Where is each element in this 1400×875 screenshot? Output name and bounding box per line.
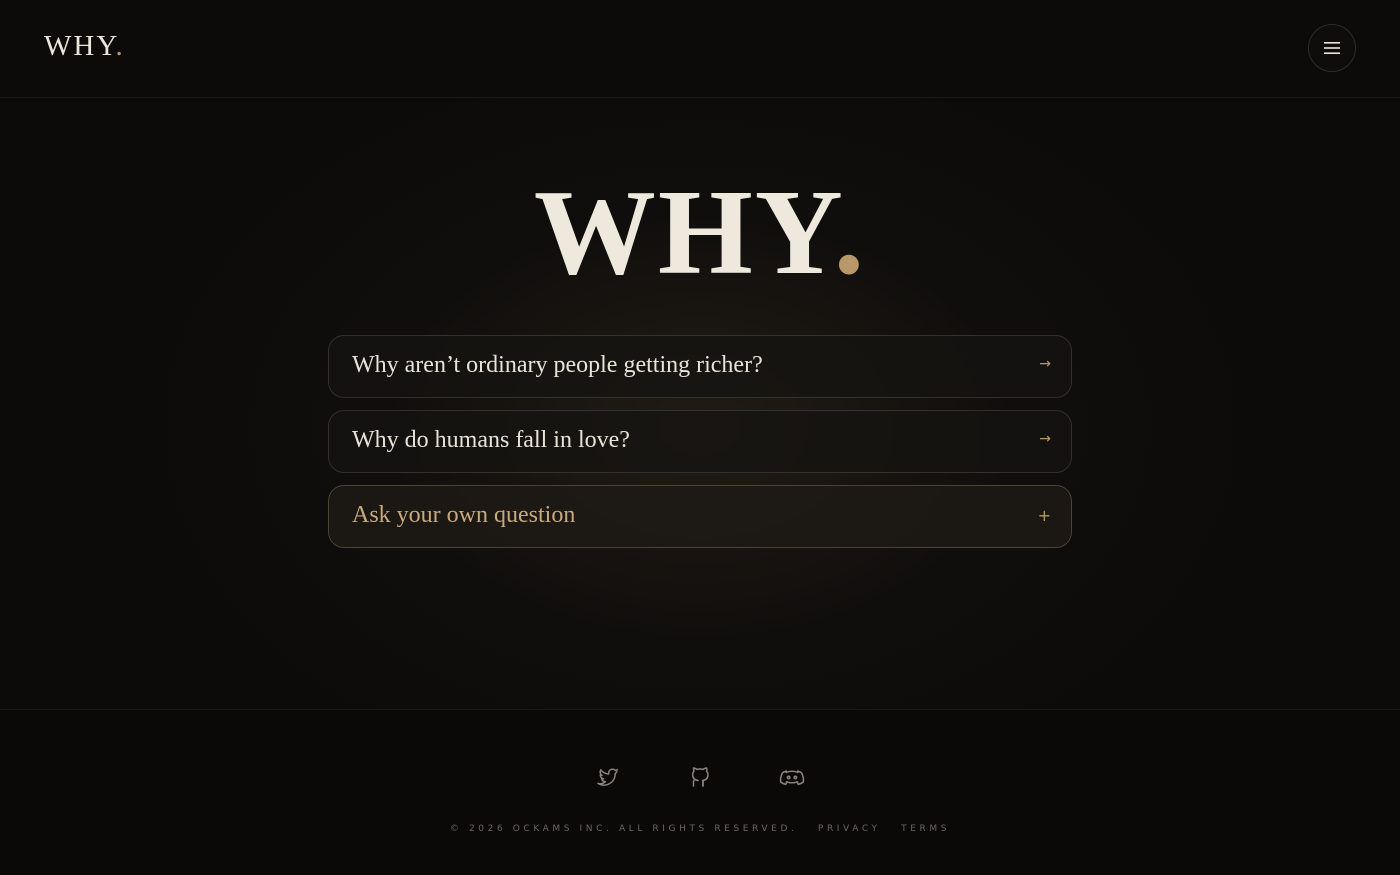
logo-dot: . xyxy=(115,30,125,62)
github-link[interactable] xyxy=(685,762,715,792)
logo-text: WHY xyxy=(44,30,116,62)
question-item[interactable]: Why do humans fall in love? → xyxy=(328,410,1072,473)
plus-icon: + xyxy=(1037,506,1051,525)
question-list: Why aren’t ordinary people getting riche… xyxy=(328,335,1072,560)
discord-icon xyxy=(779,770,805,786)
copyright-text: © 2026 OCKAMS INC. ALL RIGHTS RESERVED. xyxy=(449,824,798,834)
hamburger-menu-icon xyxy=(1324,42,1340,54)
menu-button[interactable] xyxy=(1308,24,1356,72)
hero-title-text: WHY xyxy=(533,165,834,300)
question-item[interactable]: Why aren’t ordinary people getting riche… xyxy=(328,335,1072,398)
logo[interactable]: WHY. xyxy=(44,30,125,63)
twitter-link[interactable] xyxy=(593,762,623,792)
social-links xyxy=(0,762,1400,792)
hero-title: WHY. xyxy=(0,168,1400,298)
arrow-right-icon: → xyxy=(1039,431,1051,447)
privacy-link[interactable]: PRIVACY xyxy=(818,824,881,834)
legal-bar: © 2026 OCKAMS INC. ALL RIGHTS RESERVED. … xyxy=(0,824,1400,834)
terms-link[interactable]: TERMS xyxy=(901,824,950,834)
question-text: Why do humans fall in love? xyxy=(352,427,630,453)
ask-question-label: Ask your own question xyxy=(352,502,576,528)
hero-dot: . xyxy=(833,165,867,300)
discord-link[interactable] xyxy=(777,762,807,792)
site-footer: © 2026 OCKAMS INC. ALL RIGHTS RESERVED. … xyxy=(0,709,1400,875)
github-icon xyxy=(691,767,709,787)
arrow-right-icon: → xyxy=(1039,356,1051,372)
question-text: Why aren’t ordinary people getting riche… xyxy=(352,352,763,378)
ask-question-button[interactable]: Ask your own question + xyxy=(328,485,1072,548)
twitter-icon xyxy=(597,768,619,786)
site-header: WHY. xyxy=(0,0,1400,98)
